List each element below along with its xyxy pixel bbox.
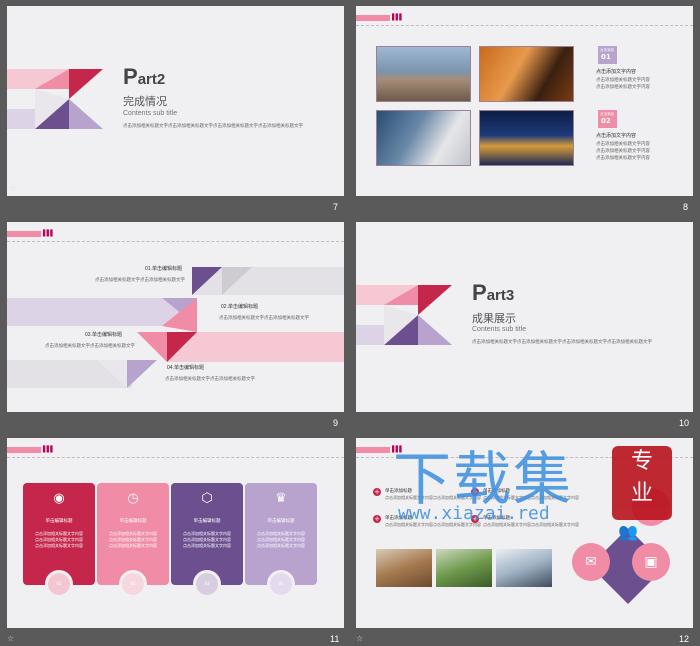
section-body: 点击添加相关标题文字点击添加相关标题文字点击添加相关标题文字点击添加相关标题文字	[472, 339, 652, 344]
header-ticks: ▌▌▌	[43, 230, 55, 237]
star-icon: ☆	[9, 184, 17, 193]
step-body: 点击添加相关标题文字点击添加相关标题文字	[165, 376, 255, 381]
header-ticks: ▌▌▌	[392, 14, 404, 21]
card-body: 点击添加相关标题文字内容 点击添加相关标题文字内容 点击添加相关标题文字内容	[183, 531, 231, 548]
slide-number: 12	[679, 634, 690, 644]
header-divider	[356, 25, 693, 26]
item-line: 点击添加相关标题文字内容	[596, 155, 650, 160]
section-subtitle: Contents sub title	[472, 326, 527, 333]
header-ticks: ▌▌▌	[43, 446, 55, 453]
watermark-url: www.xiazai.red	[398, 503, 550, 524]
card-number-circle: 04	[267, 570, 295, 598]
card-title: 单击编辑标题	[119, 519, 147, 524]
header-tag	[356, 15, 390, 21]
slide-number: 7	[333, 202, 339, 212]
card-number-circle: 03	[193, 570, 221, 598]
feature-card: ◷ 单击编辑标题 点击添加相关标题文字内容 点击添加相关标题文字内容 点击添加相关标…	[97, 483, 169, 598]
office-photo	[479, 46, 574, 102]
feature-card: ◉ 单击编辑标题 点击添加相关标题文字内容 点击添加相关标题文字内容 点击添加相关标…	[23, 483, 95, 598]
clock-icon: ◷	[127, 491, 139, 506]
step-body: 点击添加相关标题文字点击添加相关标题文字	[95, 277, 185, 282]
slide-thumbnail-8[interactable]: ▌▌▌ 点击添加 01 点击添加文字内容 点击添加相关标题文字内容 点击添加相关…	[356, 6, 693, 196]
item-tag-02: 点击添加 02	[598, 110, 617, 128]
header-tag	[356, 447, 390, 453]
plus-icon: +	[373, 488, 381, 496]
tag-number: 01	[601, 53, 611, 61]
section-subtitle: Contents sub title	[123, 110, 178, 117]
cube-icon: ⬡	[201, 491, 213, 506]
slide-number: 9	[333, 418, 339, 428]
trophy-icon: ♛	[275, 491, 287, 506]
slide-thumbnail-10[interactable]: Part3 成果展示 Contents sub title 点击添加相关标题文字…	[356, 222, 693, 412]
slide-thumbnail-9[interactable]: ▌▌▌ 01.单击编辑标题 点击添加相关标题文字点击添加相关标题文字 02.单击…	[7, 222, 344, 412]
step-title: 02.单击编辑标题	[221, 304, 258, 310]
header-divider	[7, 457, 344, 458]
chat-icon: ✉	[572, 543, 610, 581]
pinwheel-graphic	[356, 285, 452, 345]
feature-card: ♛ 单击编辑标题 点击添加相关标题文字内容 点击添加相关标题文字内容 点击添加相关标…	[245, 483, 317, 598]
slide-number: 11	[330, 634, 340, 644]
section-title: 成果展示	[472, 312, 516, 325]
plus-icon: +	[373, 515, 381, 523]
watermark-seal: 专业	[612, 446, 672, 520]
item-title: 点击添加文字内容	[596, 133, 637, 139]
item-tag-01: 点击添加 01	[598, 46, 617, 64]
step-title: 03.单击编辑标题	[85, 332, 122, 338]
step-body: 点击添加相关标题文字点击添加相关标题文字	[219, 315, 309, 320]
section-title: 完成情况	[123, 95, 167, 108]
skyline-photo	[479, 110, 574, 166]
slide-number: 10	[679, 418, 690, 428]
people-icon: 👥	[618, 522, 638, 541]
card-title: 单击编辑标题	[267, 519, 295, 524]
feature-card: ⬡ 单击编辑标题 点击添加相关标题文字内容 点击添加相关标题文字内容 点击添加相关标…	[171, 483, 243, 598]
part-heading: Part3	[472, 280, 515, 305]
card-title: 单击编辑标题	[193, 519, 221, 524]
green-wall-photo	[436, 549, 492, 587]
item-line: 点击添加相关标题文字内容	[596, 77, 650, 82]
id-card-icon: ▣	[632, 543, 670, 581]
eye-icon: ◉	[53, 491, 65, 506]
header-tag	[7, 231, 41, 237]
star-icon: ☆	[7, 634, 15, 643]
header-divider	[7, 241, 344, 242]
section-body: 点击添加相关标题文字点击添加相关标题文字点击添加相关标题文字点击添加相关标题文字	[123, 123, 303, 128]
card-title: 单击编辑标题	[45, 519, 73, 524]
card-body: 点击添加相关标题文字内容 点击添加相关标题文字内容 点击添加相关标题文字内容	[35, 531, 83, 548]
step-body: 点击添加相关标题文字点击添加相关标题文字	[45, 343, 135, 348]
item-line: 点击添加相关标题文字内容	[596, 141, 650, 146]
step-title: 01.单击编辑标题	[145, 266, 182, 272]
card-number-circle: 01	[45, 570, 73, 598]
item-line: 点击添加相关标题文字内容	[596, 148, 650, 153]
card-number-circle: 02	[119, 570, 147, 598]
part-heading: Part2	[123, 64, 166, 89]
slide-thumbnail-7[interactable]: Part2 完成情况 Contents sub title 点击添加相关标题文字…	[7, 6, 344, 196]
card-body: 点击添加相关标题文字内容 点击添加相关标题文字内容 点击添加相关标题文字内容	[109, 531, 157, 548]
card-body: 点击添加相关标题文字内容 点击添加相关标题文字内容 点击添加相关标题文字内容	[257, 531, 305, 548]
header-tag	[7, 447, 41, 453]
city-photo	[376, 46, 471, 102]
writing-photo	[376, 110, 471, 166]
lounge-photo	[376, 549, 432, 587]
slide-thumbnail-11[interactable]: ▌▌▌ ◉ 单击编辑标题 点击添加相关标题文字内容 点击添加相关标题文字内容 点击添…	[7, 438, 344, 628]
tag-number: 02	[601, 117, 611, 125]
step-title: 04.单击编辑标题	[167, 365, 204, 371]
star-icon: ☆	[356, 634, 364, 643]
office-photo	[496, 549, 552, 587]
item-line: 点击添加相关标题文字内容	[596, 84, 650, 89]
slide-number: 8	[683, 202, 689, 212]
item-title: 点击添加文字内容	[596, 69, 637, 75]
pinwheel-graphic	[7, 69, 103, 129]
